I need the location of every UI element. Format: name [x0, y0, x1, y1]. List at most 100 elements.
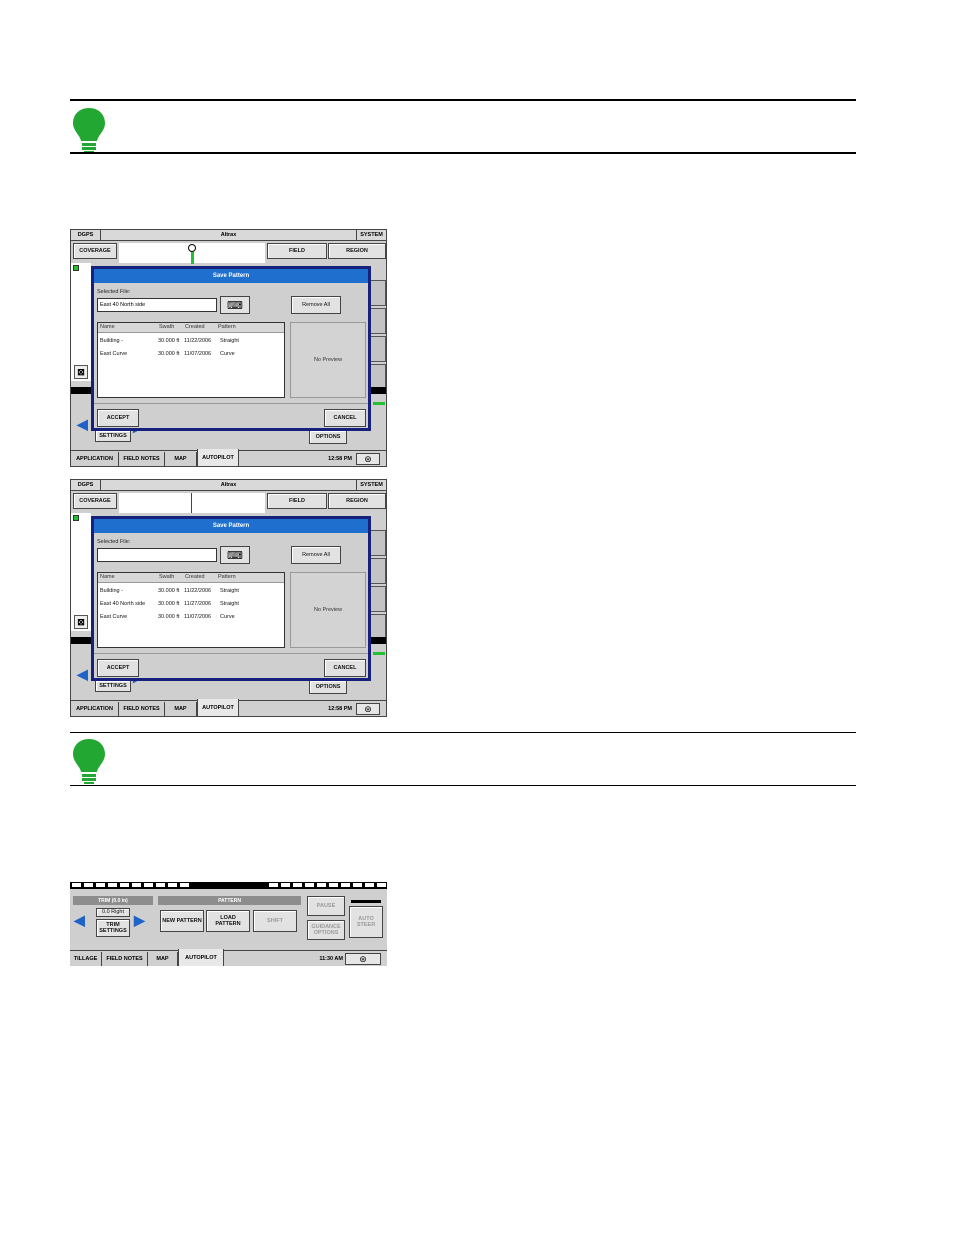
col-name[interactable]: Name — [100, 574, 115, 580]
tab-bar: TILLAGE FIELD NOTES MAP AUTOPILOT 11:30 … — [70, 949, 387, 966]
zoom-icon[interactable]: ⊠ — [74, 365, 88, 379]
field-button[interactable]: FIELD — [267, 493, 327, 509]
tab-map[interactable]: MAP — [148, 952, 178, 966]
shift-button[interactable]: SHIFT — [253, 910, 297, 932]
side-tab-1[interactable] — [369, 280, 386, 306]
zoom-icon[interactable]: ⊠ — [74, 615, 88, 629]
list-header: Name Swath Created Pattern — [98, 323, 284, 333]
steering-wheel-icon[interactable]: ⊛ — [345, 953, 381, 965]
system-button[interactable]: SYSTEM — [356, 480, 386, 490]
tab-map[interactable]: MAP — [165, 702, 197, 716]
side-tab-2[interactable] — [369, 558, 386, 584]
cancel-button[interactable]: CANCEL — [324, 659, 366, 677]
arrow-left-icon[interactable]: ◀ — [77, 666, 88, 683]
tab-application[interactable]: APPLICATION — [71, 702, 119, 716]
row-pattern: Straight — [220, 588, 239, 594]
settings-button[interactable]: SETTINGS — [95, 430, 131, 442]
tab-field-notes[interactable]: FIELD NOTES — [119, 452, 165, 466]
clock: 12:58 PM — [328, 456, 352, 462]
map-area — [119, 493, 265, 513]
keyboard-icon[interactable]: ⌨ — [220, 296, 250, 314]
dgps-label: DGPS — [71, 480, 101, 490]
row-name[interactable]: East Curve — [100, 614, 127, 620]
arrow-left-icon[interactable]: ◀ — [74, 912, 85, 929]
tab-bar: APPLICATION FIELD NOTES MAP AUTOPILOT 12… — [71, 449, 386, 466]
preview-pane: No Preview — [290, 322, 366, 398]
region-button[interactable]: REGION — [328, 243, 386, 259]
load-pattern-button[interactable]: LOAD PATTERN — [206, 910, 250, 932]
row-swath: 30.000 ft — [158, 614, 180, 620]
row-created: 11/22/2006 — [184, 588, 212, 594]
col-created[interactable]: Created — [185, 574, 205, 580]
coverage-indicator — [73, 265, 79, 271]
app-title: Altrax — [220, 232, 237, 238]
tab-tillage[interactable]: TILLAGE — [70, 952, 102, 966]
lightbulb-icon — [73, 108, 105, 153]
col-pattern[interactable]: Pattern — [218, 324, 236, 330]
settings-button[interactable]: SETTINGS — [95, 680, 131, 692]
cancel-button[interactable]: CANCEL — [324, 409, 366, 427]
trim-settings-button[interactable]: TRIM SETTINGS — [96, 919, 130, 937]
row-created: 11/22/2006 — [184, 338, 212, 344]
arrow-left-icon[interactable]: ◀ — [77, 416, 88, 433]
row-name[interactable]: Building - — [100, 338, 123, 344]
save-pattern-dialog: Save Pattern Selected File: ⌨ Remove All… — [91, 516, 371, 681]
guidance-options-button[interactable]: GUIDANCE OPTIONS — [307, 920, 345, 940]
accept-button[interactable]: ACCEPT — [97, 659, 139, 677]
selected-file-input[interactable]: East 40 North side — [97, 298, 217, 312]
dialog-separator — [94, 403, 368, 404]
col-pattern[interactable]: Pattern — [218, 574, 236, 580]
tab-autopilot[interactable]: AUTOPILOT — [197, 449, 239, 466]
status-bar: DGPS Altrax SYSTEM — [71, 480, 386, 491]
coverage-button[interactable]: COVERAGE — [73, 493, 117, 509]
new-pattern-button[interactable]: NEW PATTERN — [160, 910, 204, 932]
side-tab-3[interactable] — [369, 336, 386, 362]
col-swath[interactable]: Swath — [159, 574, 174, 580]
tab-application[interactable]: APPLICATION — [71, 452, 119, 466]
steer-indicator — [351, 900, 381, 903]
row-created: 11/07/2006 — [184, 614, 212, 620]
tab-autopilot[interactable]: AUTOPILOT — [197, 699, 239, 716]
region-button[interactable]: REGION — [328, 493, 386, 509]
steering-wheel-icon[interactable]: ⊛ — [356, 453, 380, 465]
guidance-line — [191, 252, 194, 264]
tab-field-notes[interactable]: FIELD NOTES — [102, 952, 148, 966]
trim-value: 0.0 Right — [96, 908, 130, 917]
steering-wheel-icon[interactable]: ⊛ — [356, 703, 380, 715]
map-left-area — [71, 263, 91, 381]
save-pattern-dialog: Save Pattern Selected File: East 40 Nort… — [91, 266, 371, 431]
side-tab-3[interactable] — [369, 586, 386, 612]
side-tab-2[interactable] — [369, 308, 386, 334]
pause-button[interactable]: PAUSE — [307, 896, 345, 916]
row-name[interactable]: Building - — [100, 588, 123, 594]
side-tab-1[interactable] — [369, 530, 386, 556]
selected-file-label: Selected File: — [97, 539, 131, 545]
tab-map[interactable]: MAP — [165, 452, 197, 466]
tab-field-notes[interactable]: FIELD NOTES — [119, 702, 165, 716]
map-divider — [191, 493, 192, 513]
row-name[interactable]: East 40 North side — [100, 601, 145, 607]
arrow-right-icon[interactable]: ▶ — [134, 912, 145, 929]
accept-button[interactable]: ACCEPT — [97, 409, 139, 427]
col-swath[interactable]: Swath — [159, 324, 174, 330]
row-pattern: Curve — [220, 614, 235, 620]
guidance-options-button[interactable]: OPTIONS — [309, 680, 347, 694]
guidance-options-button[interactable]: OPTIONS — [309, 430, 347, 444]
status-bar: DGPS Altrax SYSTEM — [71, 230, 386, 241]
remove-all-button[interactable]: Remove All — [291, 546, 341, 564]
col-created[interactable]: Created — [185, 324, 205, 330]
keyboard-icon[interactable]: ⌨ — [220, 546, 250, 564]
remove-all-button[interactable]: Remove All — [291, 296, 341, 314]
app-title: Altrax — [220, 482, 237, 488]
system-button[interactable]: SYSTEM — [356, 230, 386, 240]
row-pattern: Curve — [220, 351, 235, 357]
row-name[interactable]: East Curve — [100, 351, 127, 357]
row-swath: 30.000 ft — [158, 351, 180, 357]
selected-file-input[interactable] — [97, 548, 217, 562]
col-name[interactable]: Name — [100, 324, 115, 330]
tab-autopilot[interactable]: AUTOPILOT — [178, 949, 224, 966]
coverage-button[interactable]: COVERAGE — [73, 243, 117, 259]
auto-steer-button[interactable]: AUTO STEER — [349, 906, 383, 938]
field-button[interactable]: FIELD — [267, 243, 327, 259]
save-pattern-screen-2: DGPS Altrax SYSTEM COVERAGE FIELD REGION… — [70, 479, 387, 717]
